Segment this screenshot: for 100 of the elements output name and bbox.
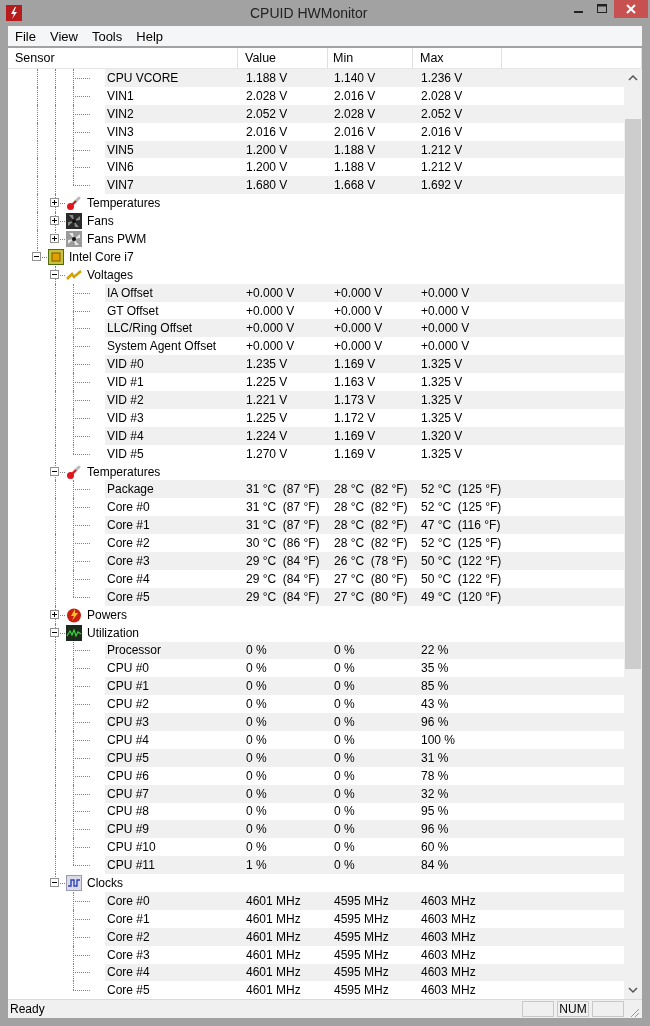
tree-item[interactable]: Utilization bbox=[87, 625, 140, 640]
sensor-name: GT Offset bbox=[107, 303, 159, 318]
window-title: CPUID HWMonitor bbox=[250, 4, 368, 23]
menu-item[interactable]: View bbox=[42, 28, 85, 44]
max-cell-text: 22 % bbox=[420, 643, 450, 658]
tree-item[interactable]: Intel Core i7 bbox=[69, 249, 134, 264]
min-cell-text: 1.668 V bbox=[333, 178, 377, 193]
sensor-name: Package bbox=[107, 482, 154, 497]
collapse-button[interactable] bbox=[50, 627, 59, 637]
expand-button[interactable] bbox=[50, 216, 59, 226]
value-cell-text: 4601 MHz bbox=[245, 965, 302, 980]
value-cell-text: 4601 MHz bbox=[245, 893, 302, 908]
min-cell-text: 1.169 V bbox=[333, 357, 377, 372]
max-cell-text: 4603 MHz bbox=[420, 893, 477, 908]
value-cell-text: +0.000 V bbox=[245, 285, 296, 300]
min-cell-text: 1.169 V bbox=[333, 446, 377, 461]
sensor-name: CPU #8 bbox=[107, 804, 150, 819]
max-cell-text: 47 °C (116 °F) bbox=[420, 518, 502, 533]
sensor-name: LLC/Ring Offset bbox=[107, 321, 193, 336]
max-cell-text: 96 % bbox=[420, 715, 450, 729]
max-cell-text: 1.325 V bbox=[420, 357, 464, 372]
value-cell-text: 0 % bbox=[245, 822, 268, 837]
min-cell-text: +0.000 V bbox=[333, 303, 384, 318]
thermometer-icon bbox=[66, 195, 82, 212]
tree-item[interactable]: Temperatures bbox=[87, 196, 161, 211]
collapse-button[interactable] bbox=[32, 251, 41, 261]
menu-item[interactable]: Help bbox=[129, 28, 170, 44]
value-cell-text: 1.235 V bbox=[245, 357, 289, 372]
max-cell-text: 4603 MHz bbox=[420, 947, 477, 962]
max-cell-text: 43 % bbox=[420, 697, 450, 712]
expand-button[interactable] bbox=[50, 609, 59, 619]
expand-button[interactable] bbox=[50, 234, 59, 243]
max-cell-text: 1.325 V bbox=[420, 375, 464, 390]
max-cell-text: 4603 MHz bbox=[420, 929, 477, 944]
max-cell-text: 50 °C (122 °F) bbox=[420, 554, 502, 568]
sensor-name: Core #0 bbox=[107, 893, 150, 908]
min-cell-text: 1.173 V bbox=[333, 392, 377, 407]
sensor-name: Core #0 bbox=[107, 500, 150, 515]
close-button[interactable] bbox=[614, 0, 648, 18]
value-cell-text: 4601 MHz bbox=[245, 947, 302, 962]
min-cell-text: 4595 MHz bbox=[333, 929, 390, 944]
menu-item[interactable]: Tools bbox=[84, 28, 130, 44]
min-cell-text: 4595 MHz bbox=[333, 911, 390, 926]
max-cell-text: 2.028 V bbox=[420, 88, 464, 103]
min-cell-text: 0 % bbox=[333, 840, 356, 855]
value-cell-text: 1 % bbox=[245, 858, 268, 873]
max-cell-text: 85 % bbox=[420, 679, 450, 694]
collapse-button[interactable] bbox=[50, 466, 59, 476]
collapse-button[interactable] bbox=[50, 878, 59, 888]
sensor-name: VIN3 bbox=[107, 124, 134, 139]
tree-item[interactable]: Clocks bbox=[87, 876, 123, 890]
tree-item[interactable]: Fans PWM bbox=[87, 231, 147, 246]
value-cell-text: 1.225 V bbox=[245, 375, 289, 390]
sensor-name: CPU #10 bbox=[107, 840, 156, 855]
value-cell-text: 1.188 V bbox=[245, 70, 289, 85]
scrollbar[interactable] bbox=[624, 69, 642, 999]
resize-grip-icon[interactable] bbox=[628, 1006, 640, 1018]
tree-item[interactable]: Powers bbox=[87, 607, 127, 622]
menu-item[interactable]: File bbox=[8, 28, 43, 44]
max-cell-text: 49 °C (120 °F) bbox=[420, 589, 502, 604]
sensor-name: CPU #5 bbox=[107, 750, 150, 765]
value-cell-text: 0 % bbox=[245, 697, 268, 712]
sensor-name: CPU #0 bbox=[107, 661, 150, 676]
min-cell-text: 0 % bbox=[333, 786, 356, 801]
column-header[interactable]: Min bbox=[328, 48, 413, 68]
value-cell-text: +0.000 V bbox=[245, 303, 296, 318]
min-cell-text: 0 % bbox=[333, 697, 356, 712]
tree-item[interactable]: Fans bbox=[87, 214, 114, 229]
min-cell-text: 1.188 V bbox=[333, 160, 377, 175]
sensor-name: Core #4 bbox=[107, 571, 150, 586]
min-cell-text: 0 % bbox=[333, 822, 356, 837]
sensor-name: VID #2 bbox=[107, 392, 144, 407]
expand-button[interactable] bbox=[50, 198, 59, 208]
max-cell-text: +0.000 V bbox=[420, 321, 471, 336]
max-cell-text: 95 % bbox=[420, 804, 450, 819]
min-cell-text: 2.028 V bbox=[333, 106, 377, 121]
tree-item[interactable]: Temperatures bbox=[87, 464, 161, 479]
collapse-button[interactable] bbox=[50, 269, 59, 279]
sensor-name: CPU #1 bbox=[107, 679, 150, 694]
max-cell-text: 1.212 V bbox=[420, 142, 464, 157]
value-cell-text: +0.000 V bbox=[245, 321, 296, 336]
max-cell-text: 4603 MHz bbox=[420, 965, 477, 980]
value-cell-text: 0 % bbox=[245, 750, 268, 765]
min-cell-text: 28 °C (82 °F) bbox=[333, 536, 409, 551]
column-header[interactable]: Sensor bbox=[8, 48, 238, 68]
tree-item[interactable]: Voltages bbox=[87, 267, 134, 282]
max-cell-text: 1.212 V bbox=[420, 160, 464, 175]
scroll-thumb[interactable] bbox=[625, 119, 641, 669]
value-cell-text: 0 % bbox=[245, 768, 268, 783]
column-header[interactable]: Value bbox=[238, 48, 328, 68]
max-cell-text: 1.692 V bbox=[420, 178, 464, 193]
status-panel bbox=[522, 1001, 554, 1017]
value-cell-text: 4601 MHz bbox=[245, 929, 302, 944]
max-cell-text: 60 % bbox=[420, 840, 450, 855]
value-cell-text: 0 % bbox=[245, 715, 268, 729]
value-cell-text: 0 % bbox=[245, 840, 268, 855]
value-cell-text: 29 °C (84 °F) bbox=[245, 554, 321, 568]
min-cell-text: 0 % bbox=[333, 750, 356, 765]
column-header[interactable]: Max bbox=[413, 48, 502, 68]
min-cell-text: 26 °C (78 °F) bbox=[333, 554, 409, 568]
